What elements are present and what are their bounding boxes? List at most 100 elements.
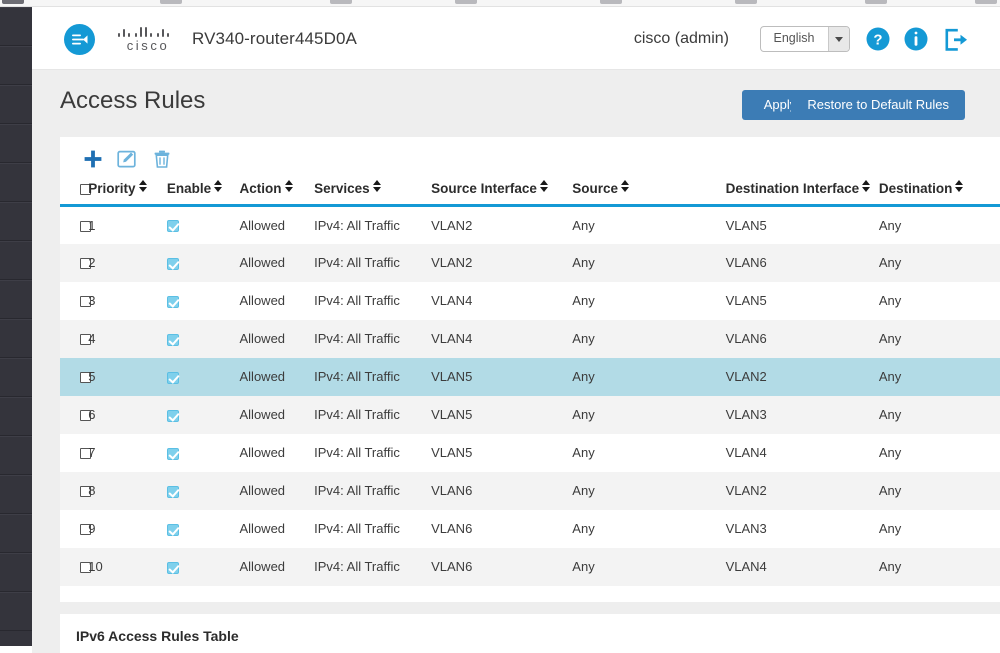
os-nub [975,0,997,4]
col-select-all[interactable] [60,181,91,207]
cell-destination-interface: VLAN5 [725,293,767,308]
enable-checkbox[interactable] [166,295,179,308]
cell-source: Any [572,445,595,460]
col-action-label: Action [239,181,282,196]
table-row[interactable]: 1 Allowed IPv4: All Traffic VLAN2 Any VLAN5 An… [60,206,1000,244]
cell-source: Any [572,395,726,434]
collapse-menu-icon[interactable] [64,24,95,55]
restore-to-default-rules-button[interactable]: Restore to Default Rules [791,90,965,120]
edit-pencil-icon[interactable] [114,149,140,173]
sort-arrows-icon[interactable] [621,180,630,192]
table-row[interactable]: 3 Allowed IPv4: All Traffic VLAN4 Any VLAN5 An… [60,282,1000,320]
sidebar-item[interactable] [0,241,32,280]
left-navigation-sidebar[interactable] [0,7,32,646]
logout-icon[interactable] [943,27,969,53]
table-row[interactable]: 6 Allowed IPv4: All Traffic VLAN5 Any VLAN3 An… [60,395,1000,434]
col-enable[interactable]: Enable [166,180,240,207]
sidebar-item[interactable] [0,358,32,397]
row-select-checkbox-cell [60,395,91,434]
enable-checkbox[interactable] [166,220,179,233]
os-nub [330,0,352,4]
table-row[interactable]: 9 Allowed IPv4: All Traffic VLAN6 Any VLAN3 An… [60,510,1000,548]
table-row[interactable]: 8 Allowed IPv4: All Traffic VLAN6 Any VLAN2 An… [60,471,1000,510]
enable-checkbox[interactable] [166,485,179,498]
sort-arrows-icon[interactable] [284,180,294,192]
sort-arrows-icon[interactable] [214,180,223,192]
sidebar-item[interactable] [0,7,32,46]
cell-destination: Any [878,243,1000,282]
device-name: RV340-router445D0A [192,29,357,48]
cell-action: Allowed [239,357,315,396]
table-row[interactable]: 7 Allowed IPv4: All Traffic VLAN5 Any VLAN4 An… [60,434,1000,472]
sort-arrows-icon[interactable] [539,180,549,192]
cell-destination: Any [878,319,1000,358]
enable-checkbox[interactable] [166,409,179,422]
table-row[interactable]: 10 Allowed IPv4: All Traffic VLAN6 Any VLAN4 A… [60,547,1000,586]
enable-checkbox[interactable] [166,333,179,346]
col-source-label: Source [572,181,619,196]
plus-icon[interactable] [80,149,106,173]
cell-services: IPv4: All Traffic [314,547,432,586]
os-nub [2,0,24,4]
help-circle-icon[interactable]: ? [865,26,891,52]
cell-priority: 3 [88,293,96,308]
os-nub [455,0,477,4]
col-source-interface[interactable]: Source Interface [431,180,573,207]
cell-priority: 10 [88,547,167,586]
trash-icon[interactable] [149,149,175,173]
col-destination-label: Destination [878,181,953,196]
col-source[interactable]: Source [572,180,726,207]
col-priority-label: Priority [88,181,136,196]
sidebar-item[interactable] [0,436,32,475]
sidebar-item[interactable] [0,553,32,592]
sidebar-item[interactable] [0,85,32,124]
enable-checkbox[interactable] [166,447,179,460]
col-priority[interactable]: Priority [88,180,167,207]
sidebar-item[interactable] [0,280,32,319]
table-row[interactable]: 5 Allowed IPv4: All Traffic VLAN5 Any VLAN2 An… [60,357,1000,396]
cell-source-interface: VLAN6 [431,521,473,536]
sidebar-item[interactable] [0,514,32,553]
enable-checkbox[interactable] [166,257,179,270]
cell-priority: 4 [88,319,167,358]
table-head: Priority Enable Action Services Source I… [60,180,1000,207]
page-title: Access Rules [60,87,206,114]
table-row[interactable]: 4 Allowed IPv4: All Traffic VLAN4 Any VLAN6 An… [60,319,1000,358]
sidebar-item[interactable] [0,124,32,163]
col-destination[interactable]: Destination [878,180,1000,207]
col-action[interactable]: Action [239,180,315,207]
chevron-down-icon[interactable] [828,27,849,51]
language-select[interactable]: English [760,26,850,52]
sidebar-item[interactable] [0,46,32,85]
cell-services: IPv4: All Traffic [314,445,400,460]
table-row[interactable]: 2 Allowed IPv4: All Traffic VLAN2 Any VLAN6 An… [60,243,1000,282]
col-destination-interface[interactable]: Destination Interface [725,180,879,207]
sort-arrows-icon[interactable] [862,180,871,192]
cell-destination: Any [878,395,1000,434]
cell-source-interface: VLAN2 [431,217,473,233]
info-circle-icon[interactable] [903,26,929,52]
cisco-logo: cisco [116,26,178,53]
sort-arrows-icon[interactable] [955,180,964,192]
cell-services: IPv4: All Traffic [314,357,432,396]
sort-arrows-icon[interactable] [372,180,382,192]
sidebar-item[interactable] [0,475,32,514]
cell-enable [166,206,240,244]
cell-enable [166,510,240,548]
sidebar-item[interactable] [0,163,32,202]
cell-source: Any [572,547,726,586]
os-top-strip [0,0,1000,7]
cell-source: Any [572,293,595,308]
sidebar-item[interactable] [0,319,32,358]
cell-action: Allowed [239,319,315,358]
sidebar-item[interactable] [0,202,32,241]
enable-checkbox[interactable] [166,371,179,384]
sidebar-item[interactable] [0,397,32,436]
cell-services: IPv4: All Traffic [314,395,432,434]
sort-arrows-icon[interactable] [138,180,148,192]
enable-checkbox[interactable] [166,561,179,574]
enable-checkbox[interactable] [166,523,179,536]
col-services[interactable]: Services [314,180,432,207]
cell-destination-interface: VLAN4 [725,547,879,586]
sidebar-item[interactable] [0,592,32,631]
